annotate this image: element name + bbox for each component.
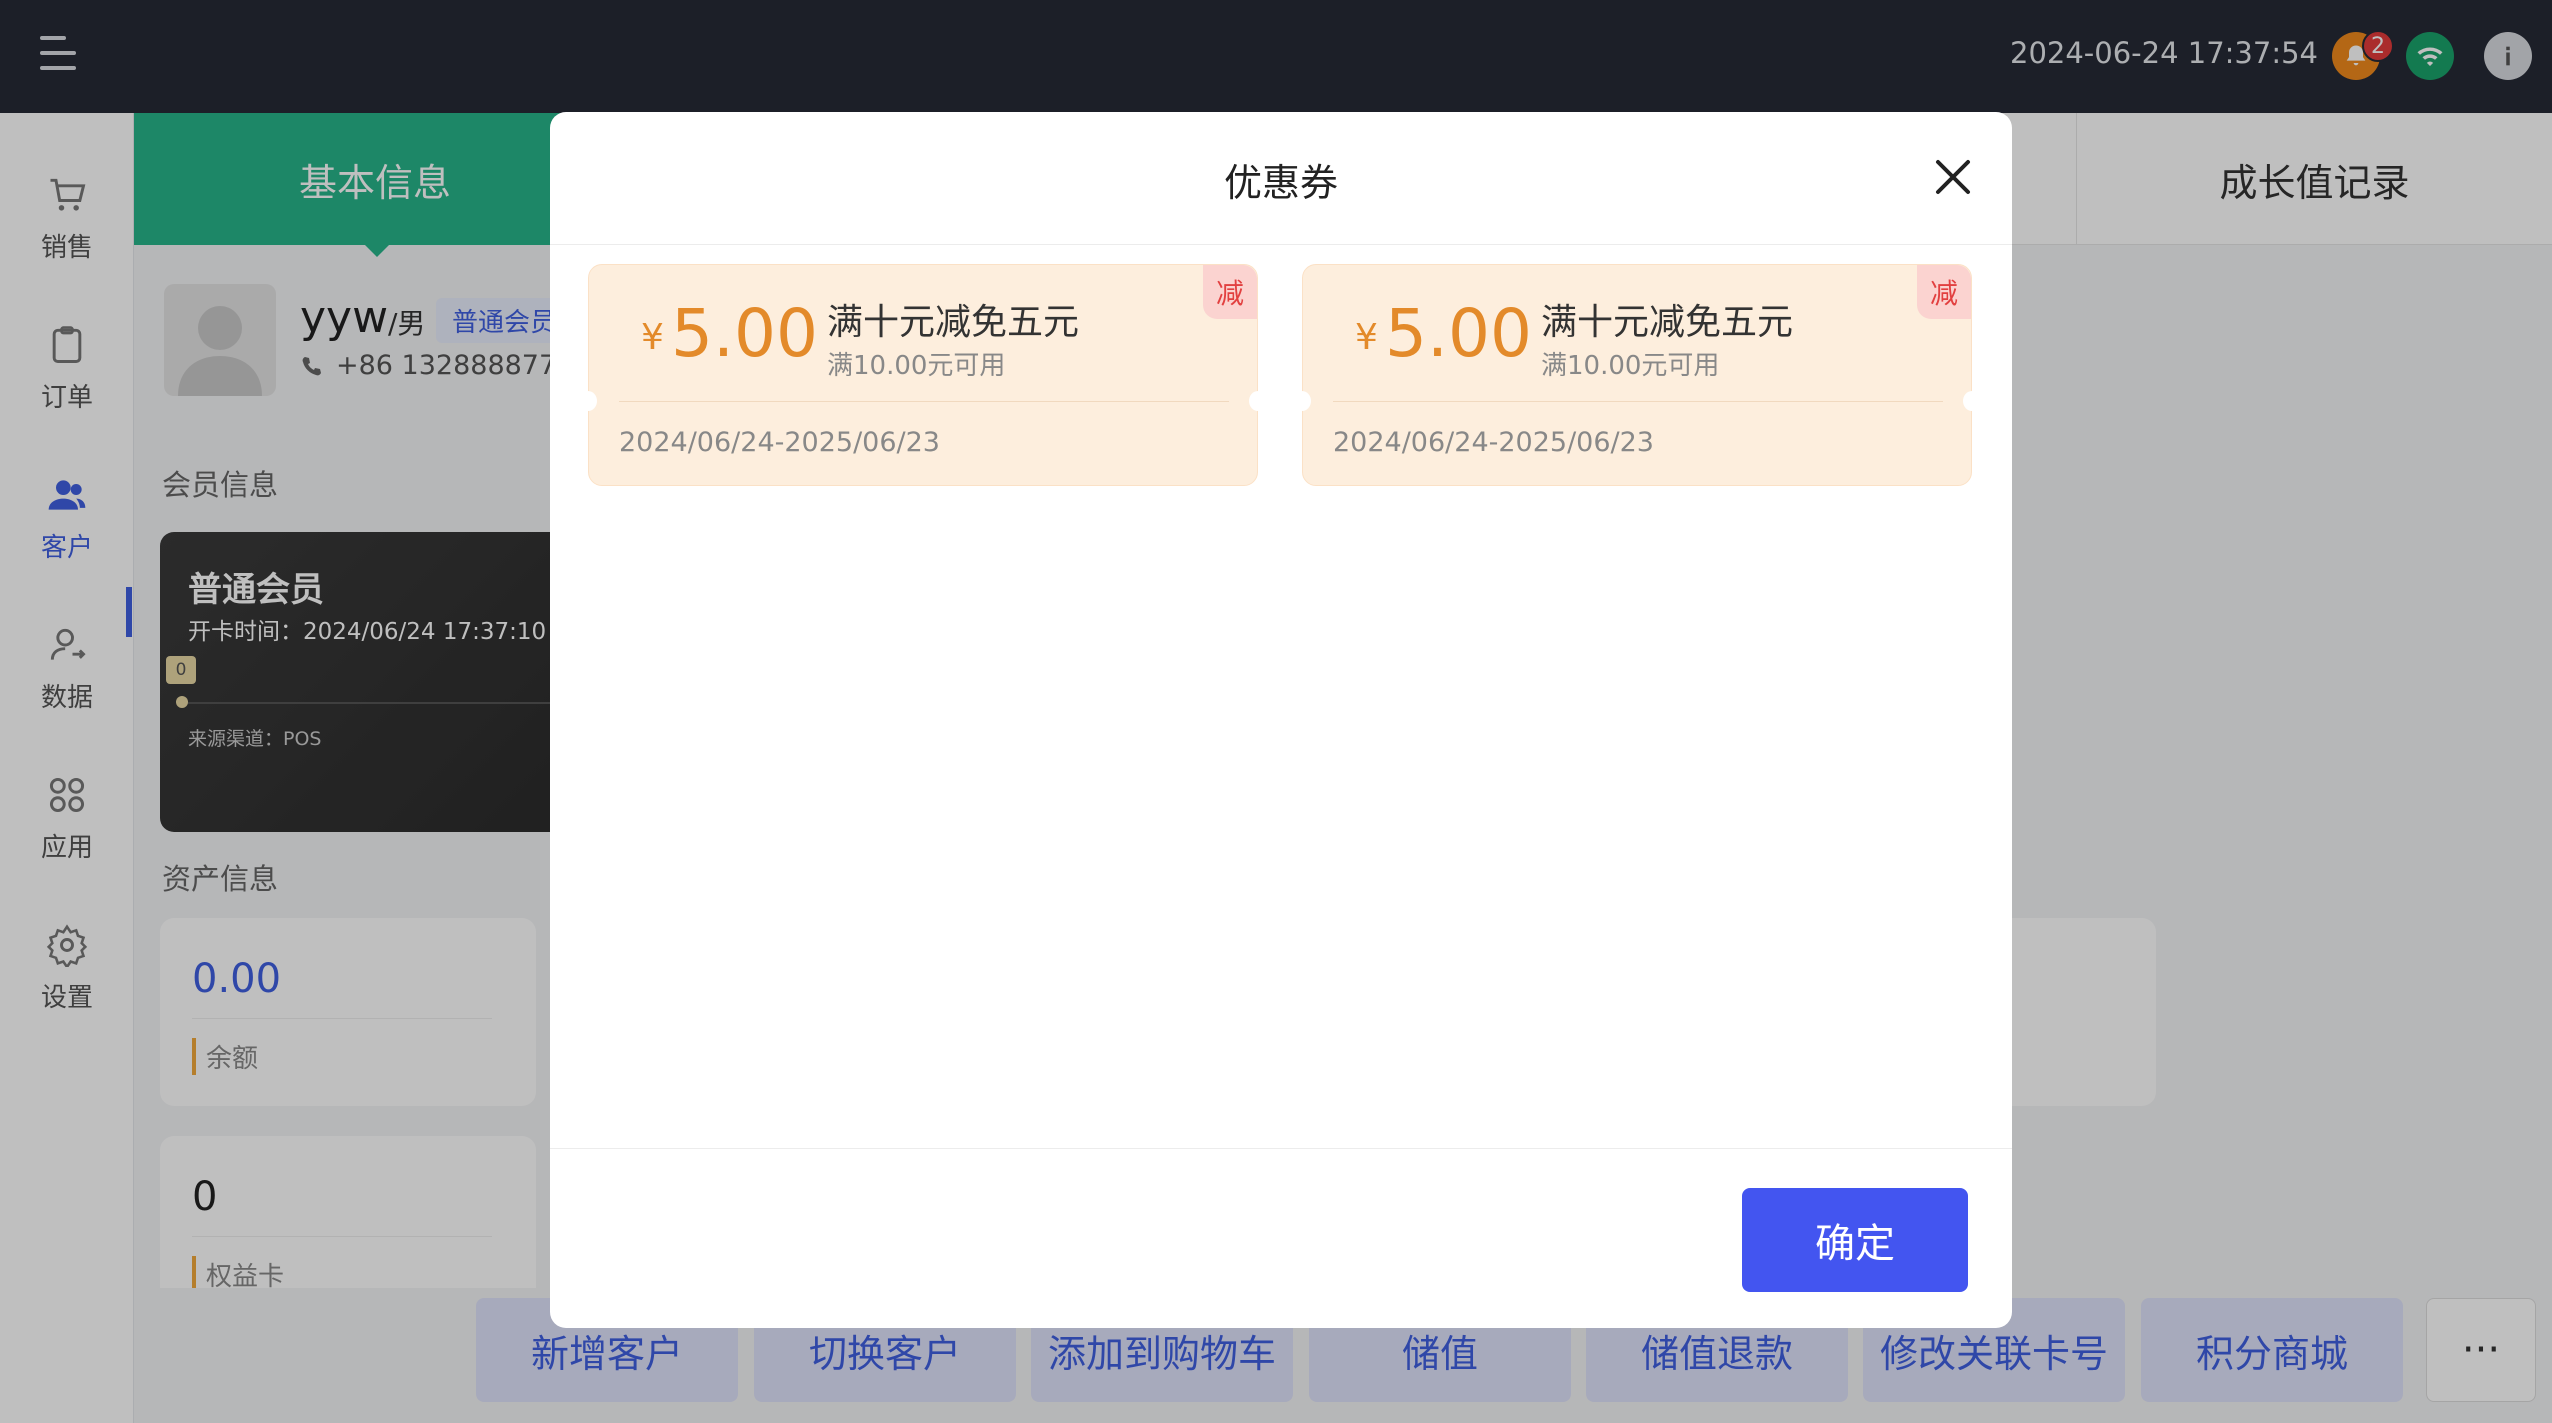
coupon-amount: 5.00 xyxy=(671,295,818,372)
coupon-notch xyxy=(1249,391,1267,411)
confirm-button[interactable]: 确定 xyxy=(1742,1188,1968,1292)
coupon-divider xyxy=(619,401,1229,402)
coupon-notch xyxy=(1963,391,1981,411)
coupon-divider xyxy=(1333,401,1943,402)
coupon-name: 满十元减免五元 xyxy=(827,302,1080,343)
coupon-type-tag: 减 xyxy=(1917,265,1971,319)
divider xyxy=(550,244,2012,245)
close-icon[interactable] xyxy=(1928,152,1978,202)
coupon-notch xyxy=(579,391,597,411)
coupon-amount: 5.00 xyxy=(1385,295,1532,372)
coupon-modal: 优惠券 ¥ 5.00 满十元减免五元 满10.00元可用 2024/06/24-… xyxy=(550,112,2012,1328)
coupon-notch xyxy=(1293,391,1311,411)
coupon-currency: ¥ xyxy=(1355,317,1378,358)
coupon-type-tag: 减 xyxy=(1203,265,1257,319)
divider xyxy=(550,1148,2012,1149)
modal-title: 优惠券 xyxy=(1223,161,1338,205)
coupon-validity: 2024/06/24-2025/06/23 xyxy=(619,427,940,458)
coupon-card[interactable]: ¥ 5.00 满十元减免五元 满10.00元可用 2024/06/24-2025… xyxy=(1293,264,1981,486)
coupon-condition: 满10.00元可用 xyxy=(827,351,1006,381)
coupon-currency: ¥ xyxy=(641,317,664,358)
coupon-condition: 满10.00元可用 xyxy=(1541,351,1720,381)
coupon-name: 满十元减免五元 xyxy=(1541,302,1794,343)
coupon-validity: 2024/06/24-2025/06/23 xyxy=(1333,427,1654,458)
coupon-card[interactable]: ¥ 5.00 满十元减免五元 满10.00元可用 2024/06/24-2025… xyxy=(579,264,1267,486)
